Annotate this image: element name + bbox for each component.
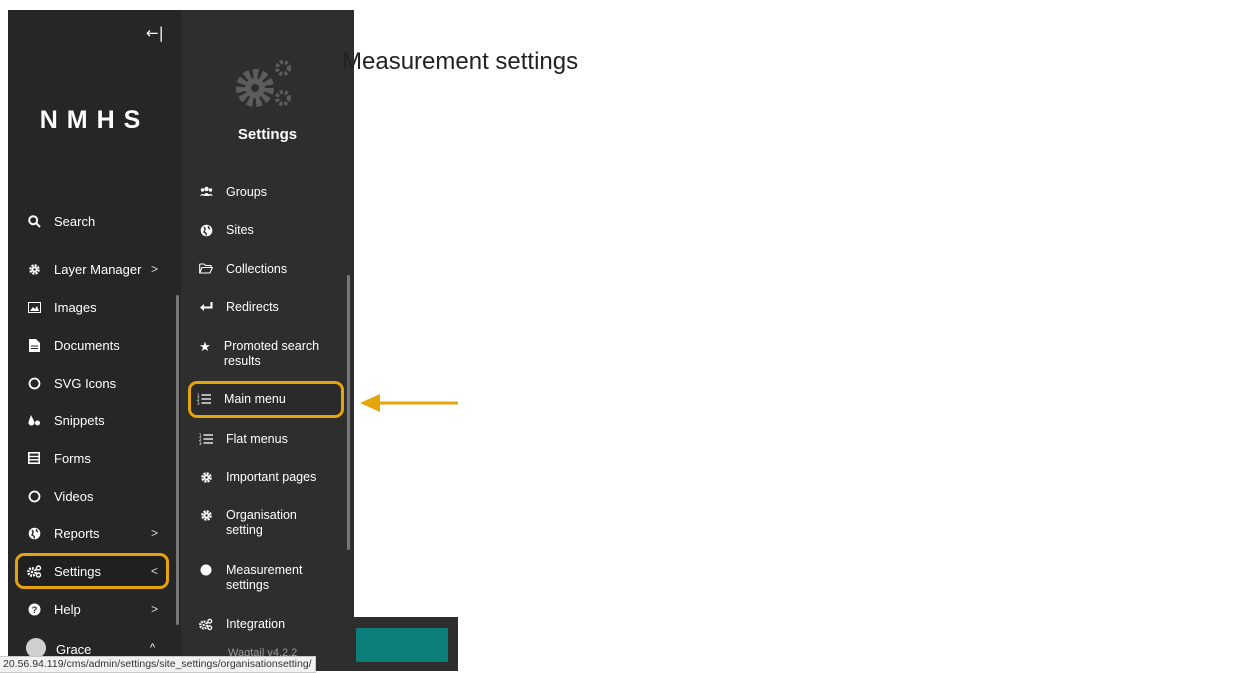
submenu-item-sites[interactable]: Sites xyxy=(193,223,339,238)
sidebar-item-label: Layer Manager xyxy=(54,261,142,277)
gear-icon xyxy=(199,471,213,484)
image-icon xyxy=(26,301,42,313)
list-icon: 123 xyxy=(197,393,211,405)
submenu-item-label: Redirects xyxy=(226,300,279,314)
sidebar-item-documents[interactable]: Documents xyxy=(18,330,166,360)
globe-icon xyxy=(26,527,42,540)
group-icon xyxy=(199,186,213,197)
submenu-item-label: Measurement settings xyxy=(226,563,303,592)
sidebar-item-images[interactable]: Images xyxy=(18,292,166,322)
sidebar-item-settings[interactable]: Settings < xyxy=(15,553,169,589)
help-icon: ? xyxy=(26,603,42,616)
sidebar-item-label: Documents xyxy=(54,337,120,353)
submenu-item-label: Important pages xyxy=(226,470,317,484)
svg-text:?: ? xyxy=(31,605,37,615)
sidebar: ←| NMHS Search Layer Manager > Images Do… xyxy=(8,10,181,671)
submenu-item-important-pages[interactable]: Important pages xyxy=(193,470,339,485)
form-icon xyxy=(26,452,42,464)
user-name[interactable]: Grace xyxy=(56,642,91,657)
sidebar-item-label: Videos xyxy=(54,488,94,504)
sidebar-item-label: Forms xyxy=(54,450,91,466)
sidebar-item-label: Settings xyxy=(54,563,101,579)
submenu-item-label: Integration xyxy=(226,617,286,631)
submenu-item-flat-menus[interactable]: 123 Flat menus xyxy=(193,432,339,447)
circle-icon xyxy=(26,377,42,390)
submenu-item-integration[interactable]: Integration xyxy=(193,617,339,632)
submenu-item-main-menu[interactable]: 123 Main menu xyxy=(188,381,344,418)
sidebar-item-search[interactable]: Search xyxy=(18,206,166,236)
chevron-right-icon: > xyxy=(150,262,158,276)
sidebar-item-label: Search xyxy=(54,213,96,229)
submenu-item-measurement-settings[interactable]: Measurement settings xyxy=(193,563,339,593)
submenu-item-label: Flat menus xyxy=(226,432,288,446)
site-logo[interactable]: NMHS xyxy=(8,106,181,135)
submenu-item-label: Collections xyxy=(226,262,288,276)
submenu-item-label: Sites xyxy=(226,223,254,237)
submenu-item-groups[interactable]: Groups xyxy=(193,185,339,200)
submenu-item-promoted-search-results[interactable]: ★ Promoted search results xyxy=(193,339,339,369)
page-title: Measurement settings xyxy=(342,48,579,75)
sidebar-item-label: Images xyxy=(54,299,97,315)
chevron-left-icon: < xyxy=(150,564,158,578)
sidebar-item-label: SVG Icons xyxy=(54,375,117,391)
sidebar-item-reports[interactable]: Reports > xyxy=(18,518,166,548)
submenu-scrollbar[interactable] xyxy=(347,275,350,550)
submenu-title: Settings xyxy=(237,126,298,143)
sidebar-item-layer-manager[interactable]: Layer Manager > xyxy=(18,254,166,284)
sidebar-item-label: Reports xyxy=(54,525,100,541)
gear-icon xyxy=(26,263,42,276)
star-icon: ★ xyxy=(199,339,211,354)
sidebar-item-forms[interactable]: Forms xyxy=(18,443,166,473)
svg-text:3: 3 xyxy=(199,441,202,445)
submenu-item-label: Promoted search results xyxy=(223,339,320,368)
settings-submenu: Settings Groups Sites Collections Redire… xyxy=(181,10,354,671)
sidebar-scrollbar[interactable] xyxy=(176,295,179,625)
submenu-item-redirects[interactable]: Redirects xyxy=(193,300,339,315)
redirect-icon xyxy=(199,301,213,312)
snippet-icon xyxy=(26,414,42,427)
sidebar-item-help[interactable]: ? Help > xyxy=(18,594,166,624)
cogs-icon xyxy=(233,54,297,117)
globe-icon xyxy=(199,224,213,237)
svg-text:3: 3 xyxy=(197,401,200,405)
submenu-item-label: Organisation setting xyxy=(226,508,297,537)
submenu-item-label: Groups xyxy=(226,185,267,199)
annotation-arrow-icon xyxy=(360,394,458,412)
sidebar-item-videos[interactable]: Videos xyxy=(18,481,166,511)
sidebar-item-label: Help xyxy=(54,601,81,617)
dot-icon xyxy=(199,564,213,576)
gear-icon xyxy=(199,509,213,522)
submenu-item-collections[interactable]: Collections xyxy=(193,262,339,277)
sidebar-item-svg-icons[interactable]: SVG Icons xyxy=(18,368,166,398)
cogs-icon xyxy=(199,618,213,631)
collapse-sidebar-icon[interactable]: ←| xyxy=(146,24,164,42)
submenu-item-label: Main menu xyxy=(224,392,286,406)
cogs-icon xyxy=(26,564,42,578)
folder-icon xyxy=(199,263,213,274)
chevron-right-icon: > xyxy=(150,602,158,616)
list-icon: 123 xyxy=(199,433,213,445)
chevron-right-icon: > xyxy=(150,526,158,540)
user-avatar[interactable] xyxy=(26,638,46,658)
chevron-up-icon[interactable]: ^ xyxy=(150,642,155,654)
circle-icon xyxy=(26,490,42,503)
search-icon xyxy=(26,214,42,228)
sidebar-item-label: Snippets xyxy=(54,412,105,428)
sidebar-item-snippets[interactable]: Snippets xyxy=(18,405,166,435)
submenu-item-organisation-setting[interactable]: Organisation setting xyxy=(193,508,339,538)
document-icon xyxy=(26,338,42,352)
status-bar-url: 20.56.94.119/cms/admin/settings/site_set… xyxy=(0,656,316,673)
save-button[interactable] xyxy=(356,628,448,662)
